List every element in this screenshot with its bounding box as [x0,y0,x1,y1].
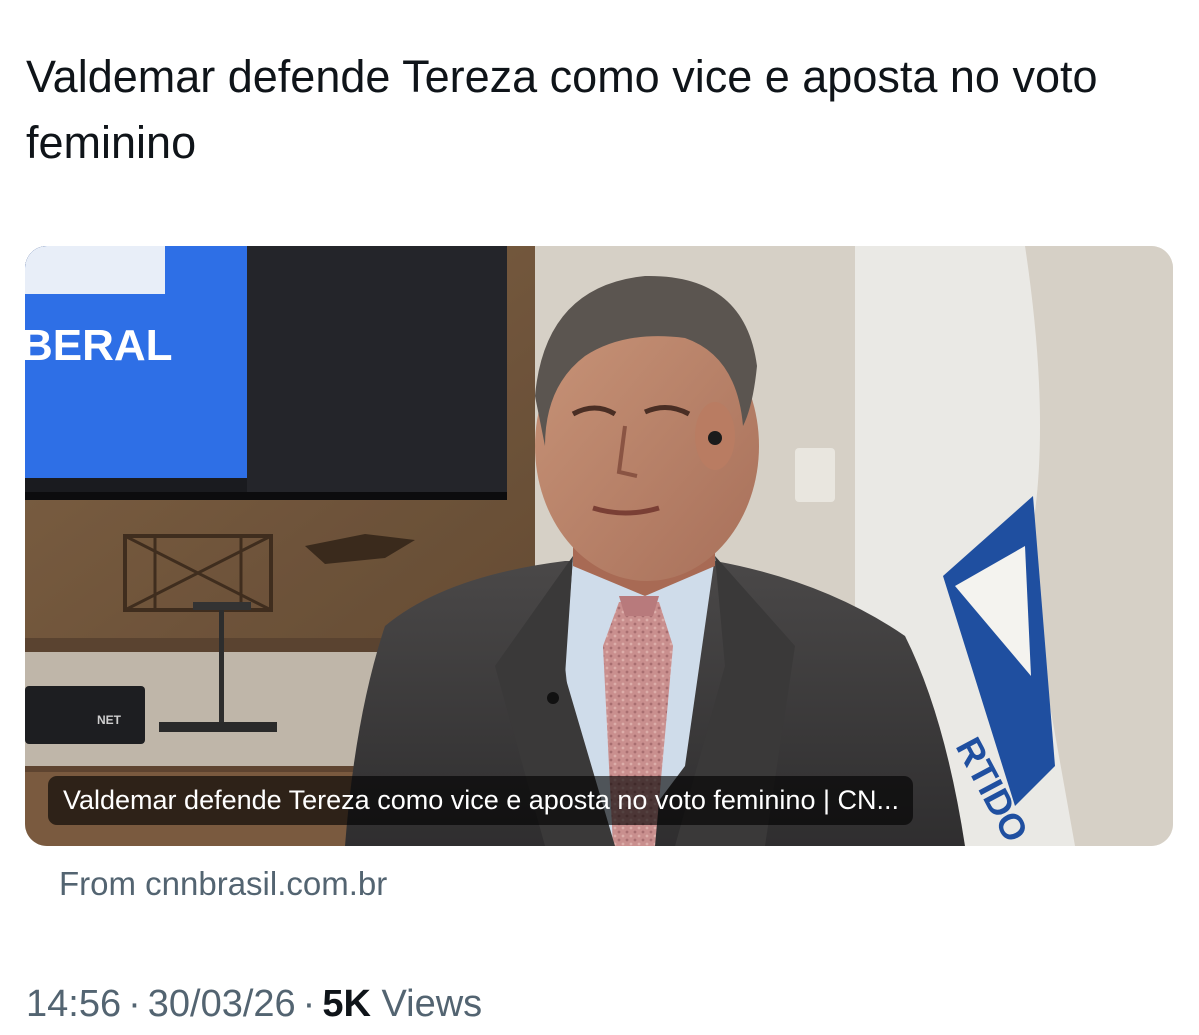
meta-separator: · [128,983,141,1025]
link-preview-card[interactable]: BERAL NET RTIDO Valdemar defende Tereza … [25,246,1173,846]
tweet-time[interactable]: 14:56 [26,983,121,1025]
screen-logo-text: BERAL [25,321,173,370]
views-count[interactable]: 5K [322,983,371,1025]
card-thumbnail: BERAL NET RTIDO [25,246,1173,846]
card-source-link[interactable]: From cnnbrasil.com.br [59,862,387,906]
tweet-meta: 14:56 · 30/03/26 · 5K Views [26,979,482,1029]
tweet-date[interactable]: 30/03/26 [148,983,296,1025]
tweet-text: Valdemar defende Tereza como vice e apos… [26,51,1098,168]
meta-separator: · [302,983,316,1025]
tv-box-brand-text: NET [97,713,122,727]
views-label[interactable]: Views [381,983,482,1025]
card-caption: Valdemar defende Tereza como vice e apos… [48,776,913,825]
